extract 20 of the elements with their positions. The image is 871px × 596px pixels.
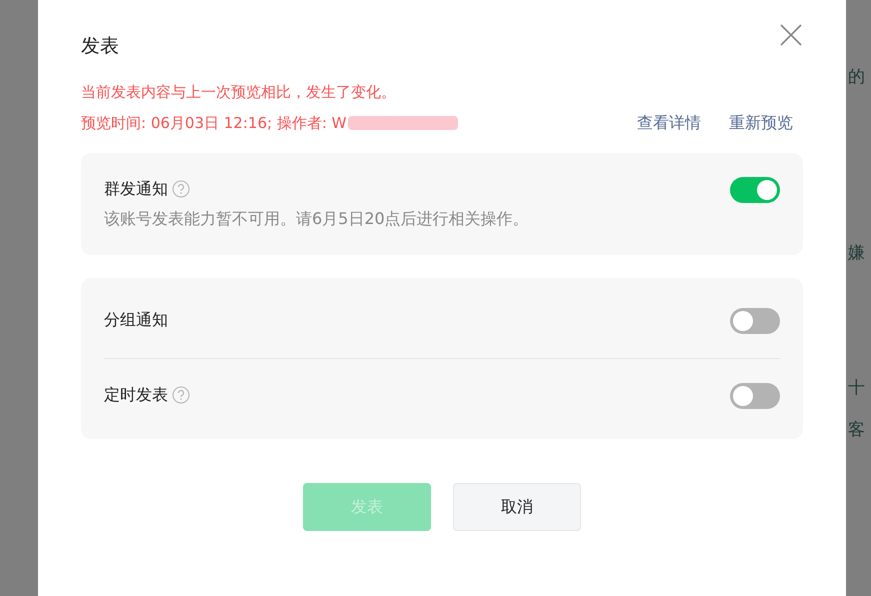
background-text: 的 bbox=[848, 66, 865, 89]
toggle-switch[interactable] bbox=[730, 308, 780, 334]
warning-detail: 预览时间: 06月03日 12:16; 操作者: W bbox=[81, 112, 346, 134]
help-icon[interactable] bbox=[172, 386, 190, 404]
toggle-switch[interactable] bbox=[730, 177, 780, 203]
dialog-title: 发表 bbox=[81, 34, 119, 59]
option-label: 定时发表 bbox=[104, 384, 168, 406]
background-text: 客 bbox=[848, 418, 865, 442]
help-icon[interactable] bbox=[172, 180, 190, 198]
option-label: 分组通知 bbox=[104, 309, 168, 331]
dialog-button[interactable]: 取消 bbox=[453, 483, 581, 531]
link[interactable]: 查看详情 bbox=[637, 111, 701, 135]
option-label: 群发通知 bbox=[104, 178, 168, 200]
toggle-switch[interactable] bbox=[730, 383, 780, 409]
close-icon[interactable] bbox=[780, 24, 802, 46]
link[interactable]: 重新预览 bbox=[729, 111, 793, 135]
background-text: 嫌 bbox=[848, 242, 865, 264]
option-description: 该账号发表能力暂不可用。请6月5日20点后进行相关操作。 bbox=[104, 208, 530, 230]
warning-message: 当前发表内容与上一次预览相比，发生了变化。 bbox=[81, 82, 397, 102]
background-text: 十 bbox=[848, 377, 865, 400]
